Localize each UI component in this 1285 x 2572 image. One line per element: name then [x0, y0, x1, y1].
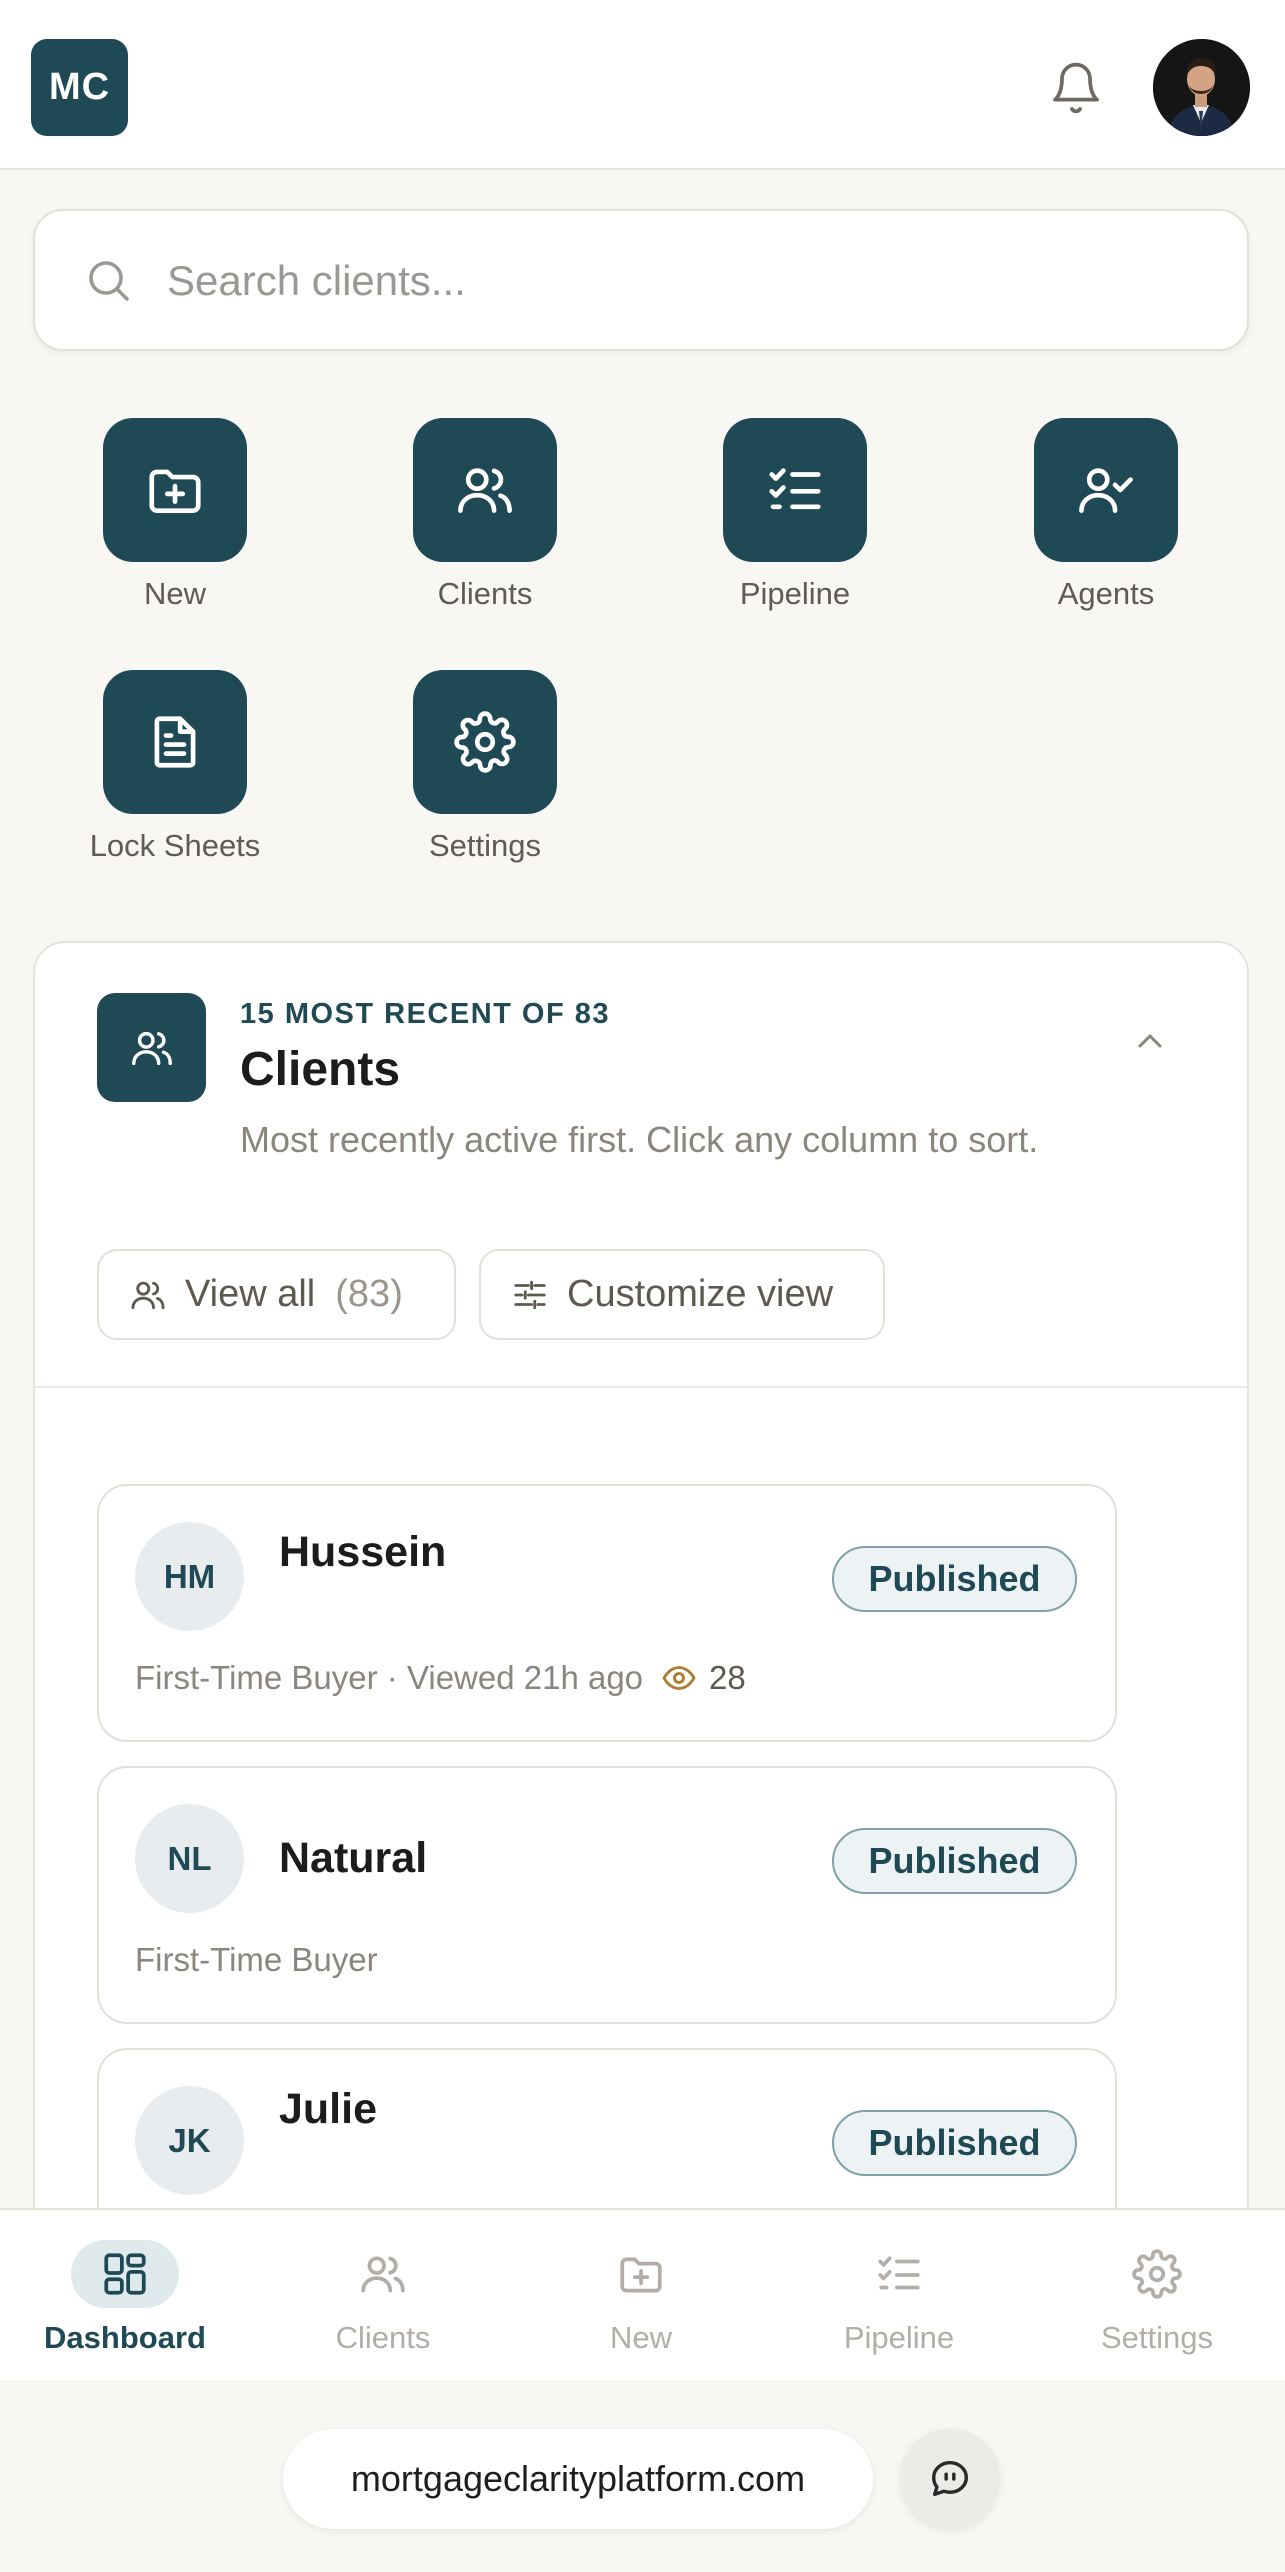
quick-action-lock-sheets[interactable]: Lock Sheets	[75, 670, 275, 864]
document-icon	[103, 670, 247, 814]
app-logo[interactable]: MC	[31, 39, 128, 136]
folder-plus-icon	[587, 2240, 695, 2308]
quick-action-new[interactable]: New	[75, 418, 275, 612]
nav-settings[interactable]: Settings	[1032, 2240, 1282, 2356]
users-icon	[131, 1281, 165, 1309]
nav-new[interactable]: New	[516, 2240, 766, 2356]
quick-action-label: Lock Sheets	[89, 828, 261, 863]
client-meta: First-Time Buyer · Viewed 21h ago 28	[135, 1659, 746, 1697]
quick-action-label: Pipeline	[739, 576, 851, 611]
chat-button[interactable]	[900, 2429, 1000, 2529]
users-icon	[329, 2240, 437, 2308]
search-icon	[89, 261, 129, 301]
chat-icon	[931, 2460, 969, 2497]
url-bar[interactable]: mortgageclarityplatform.com	[283, 2429, 873, 2529]
quick-action-label: New	[143, 576, 206, 611]
quick-action-clients[interactable]: Clients	[385, 418, 585, 612]
nav-label: Pipeline	[843, 2320, 955, 2355]
client-row[interactable]: JK Julie Published	[97, 2048, 1117, 2208]
clients-card-title: Clients	[240, 1043, 401, 1096]
top-bar: MC	[0, 0, 1285, 170]
client-name: Hussein	[279, 1528, 447, 1576]
status-badge: Published	[832, 1546, 1077, 1612]
nav-dashboard[interactable]: Dashboard	[0, 2240, 250, 2356]
users-icon	[413, 418, 557, 562]
nav-label: New	[609, 2320, 672, 2355]
sliders-icon	[514, 1280, 546, 1309]
view-count: 28	[709, 1659, 746, 1696]
list-checks-icon	[723, 418, 867, 562]
nav-label: Clients	[335, 2320, 431, 2355]
eye-icon	[662, 1666, 696, 1690]
quick-action-label: Settings	[428, 828, 541, 863]
client-meta: First-Time Buyer	[135, 1941, 378, 1979]
client-initials-avatar: JK	[135, 2086, 244, 2195]
users-icon	[97, 993, 206, 1102]
gear-icon	[1103, 2240, 1211, 2308]
status-badge: Published	[832, 1828, 1077, 1894]
view-all-label: View all	[185, 1273, 316, 1315]
nav-pipeline[interactable]: Pipeline	[774, 2240, 1024, 2356]
nav-clients[interactable]: Clients	[258, 2240, 508, 2356]
nav-label: Settings	[1100, 2320, 1213, 2355]
view-all-button[interactable]: View all (83)	[97, 1249, 456, 1340]
quick-action-agents[interactable]: Agents	[1006, 418, 1206, 612]
bottom-navigation: Dashboard Clients New Pipeline Settings	[0, 2208, 1285, 2380]
user-avatar[interactable]	[1153, 39, 1250, 136]
quick-action-label: Clients	[437, 576, 533, 611]
quick-action-pipeline[interactable]: Pipeline	[695, 418, 895, 612]
grid-icon	[71, 2240, 179, 2308]
client-meta-text: First-Time Buyer · Viewed 21h ago	[135, 1659, 644, 1696]
list-checks-icon	[845, 2240, 953, 2308]
client-initials-avatar: HM	[135, 1522, 244, 1631]
client-name: Natural	[279, 1834, 428, 1882]
client-row[interactable]: NL Natural Published First-Time Buyer	[97, 1766, 1117, 2024]
client-initials-avatar: NL	[135, 1804, 244, 1913]
folder-plus-icon	[103, 418, 247, 562]
divider	[35, 1386, 1247, 1388]
quick-action-label: Agents	[1057, 576, 1155, 611]
clients-card-subtitle: Most recently active first. Click any co…	[240, 1119, 1039, 1160]
search-input[interactable]	[167, 241, 1217, 321]
nav-label: Dashboard	[44, 2320, 206, 2355]
client-meta-text: First-Time Buyer	[135, 1941, 378, 1978]
view-all-count: (83)	[335, 1273, 403, 1315]
customize-view-label: Customize view	[567, 1273, 834, 1315]
bell-icon[interactable]	[1048, 60, 1104, 116]
clients-count-label: 15 MOST RECENT OF 83	[240, 998, 611, 1030]
gear-icon	[413, 670, 557, 814]
user-check-icon	[1034, 418, 1178, 562]
client-name: Julie	[279, 2085, 377, 2133]
search-bar	[33, 209, 1249, 351]
chevron-up-icon[interactable]	[1130, 1021, 1170, 1066]
customize-view-button[interactable]: Customize view	[479, 1249, 885, 1340]
status-badge: Published	[832, 2110, 1077, 2176]
quick-action-settings[interactable]: Settings	[385, 670, 585, 864]
client-row[interactable]: HM Hussein Published First-Time Buyer · …	[97, 1484, 1117, 1742]
